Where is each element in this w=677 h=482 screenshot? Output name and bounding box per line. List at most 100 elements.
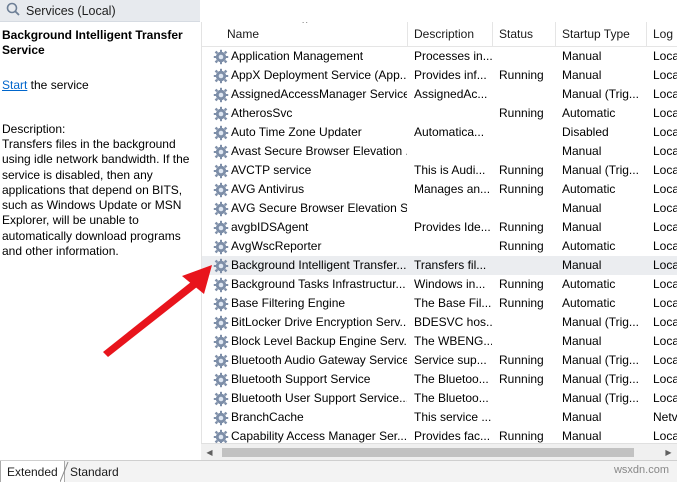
services-list[interactable]: Name Description Status Startup Type Log… — [201, 22, 677, 447]
service-row[interactable]: Background Intelligent Transfer... Transf… — [202, 256, 677, 275]
service-startup-type: Manual — [562, 410, 602, 424]
service-name: Background Intelligent Transfer... — [231, 258, 407, 272]
column-header-startup-type[interactable]: Startup Type — [556, 22, 647, 47]
header-spacer — [200, 0, 677, 22]
service-row[interactable]: Background Tasks Infrastructur... Windows… — [202, 275, 677, 294]
service-status — [499, 142, 554, 161]
service-gear-icon — [213, 199, 229, 218]
service-row[interactable]: Bluetooth User Support Service... The Blu… — [202, 389, 677, 408]
service-name: Avast Secure Browser Elevation ... — [231, 144, 407, 158]
selected-service-title: Background Intelligent Transfer Service — [2, 28, 183, 57]
service-gear-icon — [213, 123, 229, 142]
service-startup-type: Automatic — [562, 106, 616, 120]
column-header-description[interactable]: Description — [408, 22, 493, 47]
service-startup-type: Manual — [562, 334, 602, 348]
service-status — [499, 123, 554, 142]
service-name: avgbIDSAgent — [231, 220, 309, 234]
service-row[interactable]: AtherosSvc Running Automatic Loca — [202, 104, 677, 123]
service-row[interactable]: Auto Time Zone Updater Automatica... Disab… — [202, 123, 677, 142]
view-tab-bar: Extended Standard wsxdn.com — [0, 460, 677, 482]
service-log-on-as: Loca — [653, 201, 677, 215]
service-startup-type: Manual — [562, 258, 602, 272]
service-startup-type: Manual (Trig... — [562, 353, 639, 367]
service-status — [499, 389, 554, 408]
scroll-left-icon[interactable]: ◀ — [201, 444, 218, 461]
start-service-line: Start the service — [2, 78, 201, 93]
description-label: Description: — [2, 122, 66, 136]
service-row[interactable]: Application Management Processes in... Man… — [202, 47, 677, 66]
service-row[interactable]: Base Filtering Engine The Base Fil... Runn… — [202, 294, 677, 313]
service-startup-type: Manual — [562, 220, 602, 234]
service-row[interactable]: Block Level Backup Engine Serv... The WBE… — [202, 332, 677, 351]
service-gear-icon — [213, 389, 229, 408]
horizontal-scrollbar[interactable]: ◀ ▶ — [201, 443, 677, 460]
watermark-text: wsxdn.com — [613, 464, 669, 476]
service-row[interactable]: Bluetooth Audio Gateway Service Service s… — [202, 351, 677, 370]
column-header-status[interactable]: Status — [493, 22, 556, 47]
service-status — [499, 47, 554, 66]
service-name: AppX Deployment Service (App... — [231, 68, 407, 82]
service-row[interactable]: AppX Deployment Service (App... Provides … — [202, 66, 677, 85]
service-row[interactable]: AVG Antivirus Manages an... Running Automat… — [202, 180, 677, 199]
service-row[interactable]: Avast Secure Browser Elevation ... Manual… — [202, 142, 677, 161]
service-status — [499, 199, 554, 218]
service-startup-type: Automatic — [562, 277, 616, 291]
service-name: AVG Antivirus — [231, 182, 305, 196]
service-row[interactable]: AvgWscReporter Running Automatic Loca — [202, 237, 677, 256]
service-name: Base Filtering Engine — [231, 296, 346, 310]
service-gear-icon — [213, 237, 229, 256]
service-gear-icon — [213, 370, 229, 389]
service-description: The Bluetoo... — [414, 391, 489, 405]
tab-standard[interactable]: Standard — [64, 461, 125, 482]
service-startup-type: Manual (Trig... — [562, 372, 639, 386]
service-gear-icon — [213, 85, 229, 104]
service-name: Bluetooth User Support Service... — [231, 391, 407, 405]
service-row[interactable]: BranchCache This service ... Manual Netv — [202, 408, 677, 427]
service-row[interactable]: Bluetooth Support Service The Bluetoo... R… — [202, 370, 677, 389]
service-name: AVCTP service — [231, 163, 312, 177]
service-gear-icon — [213, 275, 229, 294]
column-header-log-on-as[interactable]: Log — [647, 22, 677, 47]
service-log-on-as: Loca — [653, 49, 677, 63]
service-log-on-as: Loca — [653, 334, 677, 348]
service-gear-icon — [213, 180, 229, 199]
scroll-right-icon[interactable]: ▶ — [660, 444, 677, 461]
service-startup-type: Manual — [562, 144, 602, 158]
service-description: The Bluetoo... — [414, 372, 489, 386]
service-description: This is Audi... — [414, 163, 486, 177]
service-gear-icon — [213, 256, 229, 275]
start-service-link[interactable]: Start — [2, 78, 27, 92]
service-gear-icon — [213, 66, 229, 85]
service-name: AtherosSvc — [231, 106, 293, 120]
service-description — [414, 237, 492, 256]
column-header-row: Name Description Status Startup Type Log — [202, 22, 677, 47]
service-name: AssignedAccessManager Service — [231, 87, 407, 101]
service-log-on-as: Loca — [653, 68, 677, 82]
service-startup-type: Manual (Trig... — [562, 163, 639, 177]
service-name: Bluetooth Audio Gateway Service — [231, 353, 407, 367]
service-name: Auto Time Zone Updater — [231, 125, 362, 139]
service-row[interactable]: avgbIDSAgent Provides Ide... Running Manual… — [202, 218, 677, 237]
service-description: This service ... — [414, 410, 492, 424]
service-log-on-as: Loca — [653, 372, 677, 386]
service-startup-type: Manual (Trig... — [562, 87, 639, 101]
service-description: BDESVC hos... — [414, 315, 492, 329]
service-gear-icon — [213, 104, 229, 123]
service-name: BitLocker Drive Encryption Serv... — [231, 315, 407, 329]
service-row[interactable]: AVG Secure Browser Elevation S... Manual L… — [202, 199, 677, 218]
sort-ascending-icon: ˄ — [302, 22, 308, 27]
tab-extended[interactable]: Extended — [0, 461, 65, 482]
service-status: Running — [499, 68, 544, 82]
service-status: Running — [499, 296, 544, 310]
service-log-on-as: Loca — [653, 239, 677, 253]
service-row[interactable]: AssignedAccessManager Service AssignedAc.… — [202, 85, 677, 104]
service-status: Running — [499, 353, 544, 367]
service-row[interactable]: BitLocker Drive Encryption Serv... BDESVC… — [202, 313, 677, 332]
service-rows: Application Management Processes in... Man… — [202, 47, 677, 446]
service-gear-icon — [213, 294, 229, 313]
service-detail-pane: Background Intelligent Transfer Service … — [0, 22, 201, 460]
service-row[interactable]: AVCTP service This is Audi... Running Manua… — [202, 161, 677, 180]
service-status — [499, 85, 554, 104]
service-description: Provides inf... — [414, 68, 487, 82]
scrollbar-thumb[interactable] — [222, 448, 634, 457]
